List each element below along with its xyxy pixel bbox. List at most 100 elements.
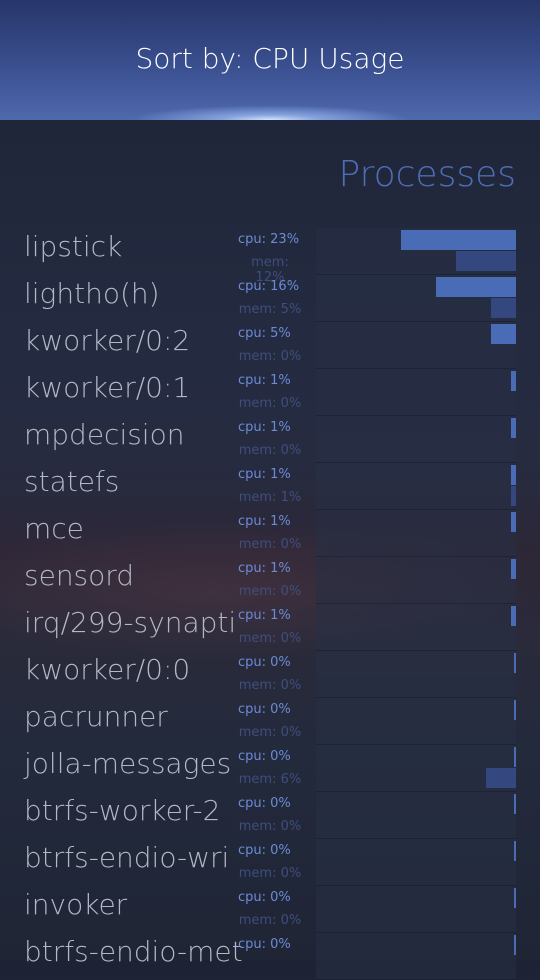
cpu-usage-label: cpu: 0% (238, 843, 291, 858)
cpu-usage-label: cpu: 1% (238, 373, 291, 388)
memory-usage-label: mem: 0% (238, 631, 302, 646)
process-name: sensord (24, 559, 135, 592)
usage-bar-track (316, 228, 516, 275)
cpu-usage-bar (511, 418, 516, 438)
memory-usage-bar (491, 298, 516, 318)
cpu-usage-bar (514, 794, 516, 814)
cpu-usage-bar (401, 230, 516, 250)
process-row[interactable]: lipstick cpu: 23% mem: 12% (0, 228, 540, 285)
sort-by-title[interactable]: Sort by: CPU Usage (0, 42, 540, 75)
process-row[interactable]: statefs cpu: 1% mem: 1% (0, 463, 540, 510)
cpu-usage-label: cpu: 1% (238, 420, 291, 435)
usage-bar-track (316, 839, 516, 886)
memory-usage-label: mem: 5% (238, 302, 302, 317)
usage-bar-track (316, 698, 516, 745)
header-highlight (130, 105, 410, 120)
process-name: kworker/0:2 (24, 324, 191, 357)
cpu-usage-bar (514, 935, 516, 955)
process-name: irq/299-synapti (24, 606, 237, 639)
cpu-usage-label: cpu: 5% (238, 326, 291, 341)
memory-usage-label: mem: 6% (238, 772, 302, 787)
process-name: lipstick (24, 230, 123, 263)
cpu-usage-label: cpu: 0% (238, 749, 291, 764)
usage-bar-track (316, 557, 516, 604)
cpu-usage-label: cpu: 1% (238, 561, 291, 576)
cpu-usage-label: cpu: 0% (238, 796, 291, 811)
cpu-usage-label: cpu: 1% (238, 608, 291, 623)
process-row[interactable]: kworker/0:0 cpu: 0% mem: 0% (0, 651, 540, 698)
process-name: mpdecision (24, 418, 185, 451)
process-name: lightho(h) (24, 277, 160, 310)
process-row[interactable]: kworker/0:1 cpu: 1% mem: 0% (0, 369, 540, 416)
process-name: kworker/0:0 (24, 653, 191, 686)
process-row[interactable]: invoker cpu: 0% mem: 0% (0, 886, 540, 933)
process-row[interactable]: lightho(h) cpu: 16% mem: 5% (0, 275, 540, 322)
sort-header[interactable]: Sort by: CPU Usage (0, 0, 540, 120)
process-row[interactable]: kworker/0:2 cpu: 5% mem: 0% (0, 322, 540, 369)
process-row[interactable]: btrfs-endio-met cpu: 0% (0, 933, 540, 980)
memory-usage-bar (511, 486, 516, 506)
usage-bar-track (316, 369, 516, 416)
memory-usage-label: mem: 0% (238, 349, 302, 364)
cpu-usage-bar (514, 747, 516, 767)
cpu-usage-bar (511, 371, 516, 391)
process-list: lipstick cpu: 23% mem: 12% lightho(h) cpu: 1… (0, 228, 540, 980)
cpu-usage-label: cpu: 1% (238, 467, 291, 482)
memory-usage-label: mem: 0% (238, 678, 302, 693)
usage-bar-track (316, 933, 516, 980)
memory-usage-label: mem: 1% (238, 490, 302, 505)
process-row[interactable]: jolla-messages cpu: 0% mem: 6% (0, 745, 540, 792)
process-row[interactable]: btrfs-worker-2 cpu: 0% mem: 0% (0, 792, 540, 839)
page-title: Processes (338, 154, 516, 195)
process-name: pacrunner (24, 700, 168, 733)
cpu-usage-label: cpu: 16% (238, 279, 300, 294)
process-name: mce (24, 512, 84, 545)
memory-usage-label: mem: 0% (238, 725, 302, 740)
memory-usage-label: mem: 0% (238, 584, 302, 599)
cpu-usage-label: cpu: 0% (238, 890, 291, 905)
process-row[interactable]: irq/299-synapti cpu: 1% mem: 0% (0, 604, 540, 651)
cpu-usage-label: cpu: 1% (238, 514, 291, 529)
process-row[interactable]: btrfs-endio-wri cpu: 0% mem: 0% (0, 839, 540, 886)
usage-bar-track (316, 886, 516, 933)
process-name: btrfs-endio-wri (24, 841, 230, 874)
memory-usage-label: mem: 0% (238, 396, 302, 411)
process-name: kworker/0:1 (24, 371, 191, 404)
usage-bar-track (316, 792, 516, 839)
process-name: jolla-messages (24, 747, 232, 780)
process-row[interactable]: mpdecision cpu: 1% mem: 0% (0, 416, 540, 463)
memory-usage-bar (486, 768, 516, 788)
usage-bar-track (316, 275, 516, 322)
process-row[interactable]: sensord cpu: 1% mem: 0% (0, 557, 540, 604)
usage-bar-track (316, 322, 516, 369)
process-name: btrfs-worker-2 (24, 794, 221, 827)
cpu-usage-bar (514, 700, 516, 720)
usage-bar-track (316, 651, 516, 698)
cpu-usage-bar (514, 653, 516, 673)
cpu-usage-bar (511, 512, 516, 532)
memory-usage-label: mem: 0% (238, 913, 302, 928)
cpu-usage-bar (514, 841, 516, 861)
process-name: statefs (24, 465, 120, 498)
cpu-usage-label: cpu: 0% (238, 702, 291, 717)
cpu-usage-label: cpu: 0% (238, 937, 291, 952)
cpu-usage-bar (514, 888, 516, 908)
process-name: btrfs-endio-met (24, 935, 243, 968)
usage-bar-track (316, 416, 516, 463)
cpu-usage-label: cpu: 23% (238, 232, 300, 247)
cpu-usage-label: cpu: 0% (238, 655, 291, 670)
usage-bar-track (316, 604, 516, 651)
process-row[interactable]: mce cpu: 1% mem: 0% (0, 510, 540, 557)
process-name: invoker (24, 888, 128, 921)
process-row[interactable]: pacrunner cpu: 0% mem: 0% (0, 698, 540, 745)
memory-usage-label: mem: 0% (238, 866, 302, 881)
cpu-usage-bar (511, 465, 516, 485)
memory-usage-label: mem: 0% (238, 819, 302, 834)
memory-usage-label: mem: 0% (238, 443, 302, 458)
cpu-usage-bar (511, 606, 516, 626)
cpu-usage-bar (436, 277, 516, 297)
usage-bar-track (316, 745, 516, 792)
cpu-usage-bar (491, 324, 516, 344)
usage-bar-track (316, 463, 516, 510)
usage-bar-track (316, 510, 516, 557)
